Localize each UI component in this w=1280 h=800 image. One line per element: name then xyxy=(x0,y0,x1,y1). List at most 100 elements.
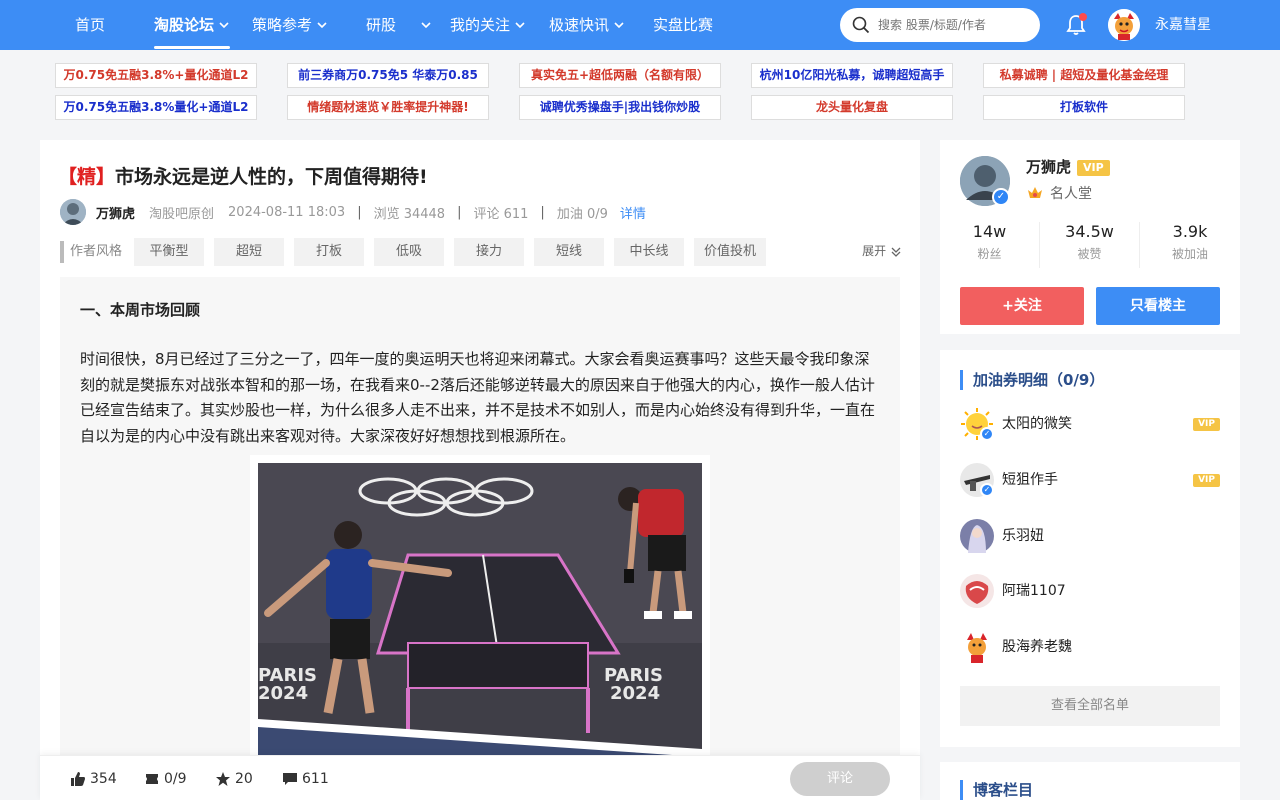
vip-badge: VIP xyxy=(1193,418,1220,431)
style-chip[interactable]: 价值投机 xyxy=(694,238,767,266)
nav-forum[interactable]: 淘股论坛 xyxy=(154,0,231,50)
owner-only-button[interactable]: 只看楼主 xyxy=(1096,287,1220,325)
boost-count: 0/9 xyxy=(164,770,187,787)
stat-label: 粉丝 xyxy=(977,247,1002,261)
comment-submit-button[interactable]: 评论 xyxy=(790,762,890,796)
expand-label: 展开 xyxy=(862,244,887,258)
user-avatar[interactable] xyxy=(1108,9,1140,41)
view-all-button[interactable]: 查看全部名单 xyxy=(960,686,1220,726)
search-icon xyxy=(852,16,870,34)
list-item-name: 股海养老魏 xyxy=(1002,639,1072,655)
list-item[interactable]: ✓ 太阳的微笑 VIP xyxy=(960,407,1220,441)
star-count: 20 xyxy=(235,770,253,787)
star-icon xyxy=(216,771,230,786)
like-button[interactable]: 354 xyxy=(70,756,117,800)
stat-value: 34.5w xyxy=(1065,222,1114,241)
boost-button[interactable]: 0/9 xyxy=(144,756,187,800)
like-count: 354 xyxy=(90,770,117,787)
list-item[interactable]: 乐羽妞 xyxy=(960,519,1220,553)
comments-count: 611 xyxy=(302,770,329,787)
stat-value: 3.9k xyxy=(1172,222,1208,241)
nav-research[interactable]: 研股 xyxy=(366,0,432,50)
nav-label: 我的关注 xyxy=(450,16,511,34)
post-meta: 万狮虎 淘股吧原创 2024-08-11 18:03 | 浏览 34448 | … xyxy=(60,199,646,225)
featured-tag: 【精】 xyxy=(58,166,116,188)
ad-link[interactable]: 情绪题材速览￥胜率提升神器! xyxy=(287,95,489,120)
nav-label: 策略参考 xyxy=(252,16,313,34)
ad-link[interactable]: 万0.75免五融3.8%+量化通道L2 xyxy=(55,63,257,88)
style-chip[interactable]: 超短 xyxy=(214,238,285,266)
author-card-name-text: 万狮虎 xyxy=(1026,158,1072,176)
detail-link[interactable]: 详情 xyxy=(620,203,646,222)
honor-label: 名人堂 xyxy=(1050,186,1092,202)
comment-icon xyxy=(283,772,297,785)
ad-link[interactable]: 杭州10亿阳光私募，诚聘超短高手 xyxy=(751,63,953,88)
divider: | xyxy=(540,204,545,220)
ad-link[interactable]: 打板软件 xyxy=(983,95,1185,120)
nav-strategy[interactable]: 策略参考 xyxy=(252,0,328,50)
list-item-name: 太阳的微笑 xyxy=(1002,416,1072,432)
blog-card: 博客栏目 xyxy=(940,762,1240,800)
vip-badge: VIP xyxy=(1193,474,1220,487)
section-title: 一、本周市场回顾 xyxy=(80,301,201,319)
avatar: ✓ xyxy=(960,463,994,497)
top-nav: 首页 淘股论坛 策略参考 研股 我的关注 极速快讯 实盘比赛 永嘉彗星 xyxy=(0,0,1280,50)
crown-icon xyxy=(1028,187,1042,198)
ad-link[interactable]: 私募诚聘 | 超短及量化基金经理 xyxy=(983,63,1185,88)
star-button[interactable]: 20 xyxy=(215,756,253,800)
style-label: 作者风格 xyxy=(60,241,122,263)
nav-label: 极速快讯 xyxy=(549,16,610,34)
stat-fans[interactable]: 14w 粉丝 xyxy=(940,222,1040,268)
style-chip[interactable]: 短线 xyxy=(534,238,605,266)
ad-link[interactable]: 真实免五+超低两融（名额有限） xyxy=(519,63,721,88)
stat-boosts[interactable]: 3.9k 被加油 xyxy=(1140,222,1240,268)
comment-count: 评论 611 xyxy=(473,206,529,222)
view-count: 浏览 34448 xyxy=(373,206,446,222)
nav-contest[interactable]: 实盘比赛 xyxy=(653,0,713,50)
stat-label: 被加油 xyxy=(1171,247,1208,261)
ad-link[interactable]: 万0.75免五融3.8%量化+通道L2 xyxy=(55,95,257,120)
post-paragraph: 时间很快，8月已经过了三分之一了，四年一度的奥运明天也将迎来闭幕式。大家会看奥运… xyxy=(80,350,876,445)
notification-dot xyxy=(1079,13,1087,21)
nav-label: 淘股论坛 xyxy=(154,16,215,34)
user-name[interactable]: 永嘉彗星 xyxy=(1155,0,1211,50)
ad-link[interactable]: 诚聘优秀操盘手|我出钱你炒股 xyxy=(519,95,721,120)
style-chip[interactable]: 低吸 xyxy=(374,238,445,266)
ad-link[interactable]: 前三券商万0.75免5 华泰万0.85 xyxy=(287,63,489,88)
author-card-name[interactable]: 万狮虎 VIP xyxy=(1026,156,1110,177)
style-chip[interactable]: 平衡型 xyxy=(134,238,205,266)
author-name[interactable]: 万狮虎 xyxy=(96,203,135,222)
double-chevron-down-icon xyxy=(891,247,901,257)
list-item[interactable]: 阿瑞1107 xyxy=(960,574,1220,608)
post-image[interactable]: PARIS 2024 PARIS 2024 xyxy=(250,455,710,775)
search-input[interactable] xyxy=(878,18,1028,32)
style-chip[interactable]: 接力 xyxy=(454,238,525,266)
nav-home[interactable]: 首页 xyxy=(75,0,105,50)
expand-button[interactable]: 展开 xyxy=(862,242,902,259)
blog-card-title: 博客栏目 xyxy=(960,780,1033,800)
list-item-name: 短狙作手 xyxy=(1002,472,1058,488)
nav-flash-news[interactable]: 极速快讯 xyxy=(549,0,625,50)
follow-button[interactable]: +关注 xyxy=(960,287,1084,325)
boost-list-title: 加油券明细（0/9） xyxy=(960,370,1104,390)
boost-count: 加油 0/9 xyxy=(556,206,608,222)
author-card-avatar[interactable]: ✓ xyxy=(960,156,1010,206)
nav-following[interactable]: 我的关注 xyxy=(450,0,526,50)
hall-of-fame: 名人堂 xyxy=(1026,183,1092,203)
avatar xyxy=(960,630,994,664)
style-chip[interactable]: 中长线 xyxy=(614,238,685,266)
list-item[interactable]: 股海养老魏 xyxy=(960,630,1220,664)
stat-likes[interactable]: 34.5w 被赞 xyxy=(1040,222,1140,268)
list-item[interactable]: ✓ 短狙作手 VIP xyxy=(960,463,1220,497)
post-source: 淘股吧原创 xyxy=(149,206,215,222)
author-avatar[interactable] xyxy=(60,199,86,225)
ad-link[interactable]: 龙头量化复盘 xyxy=(751,95,953,120)
search-box[interactable] xyxy=(840,8,1040,42)
chevron-down-icon xyxy=(515,22,525,29)
nav-label: 首页 xyxy=(75,16,106,34)
list-item-name: 阿瑞1107 xyxy=(1002,583,1066,599)
style-chip[interactable]: 打板 xyxy=(294,238,365,266)
post-action-bar: 354 0/9 20 611 评论 xyxy=(40,755,920,800)
post-title-text: 市场永远是逆人性的，下周值得期待! xyxy=(115,166,428,188)
comments-button[interactable]: 611 xyxy=(282,756,329,800)
